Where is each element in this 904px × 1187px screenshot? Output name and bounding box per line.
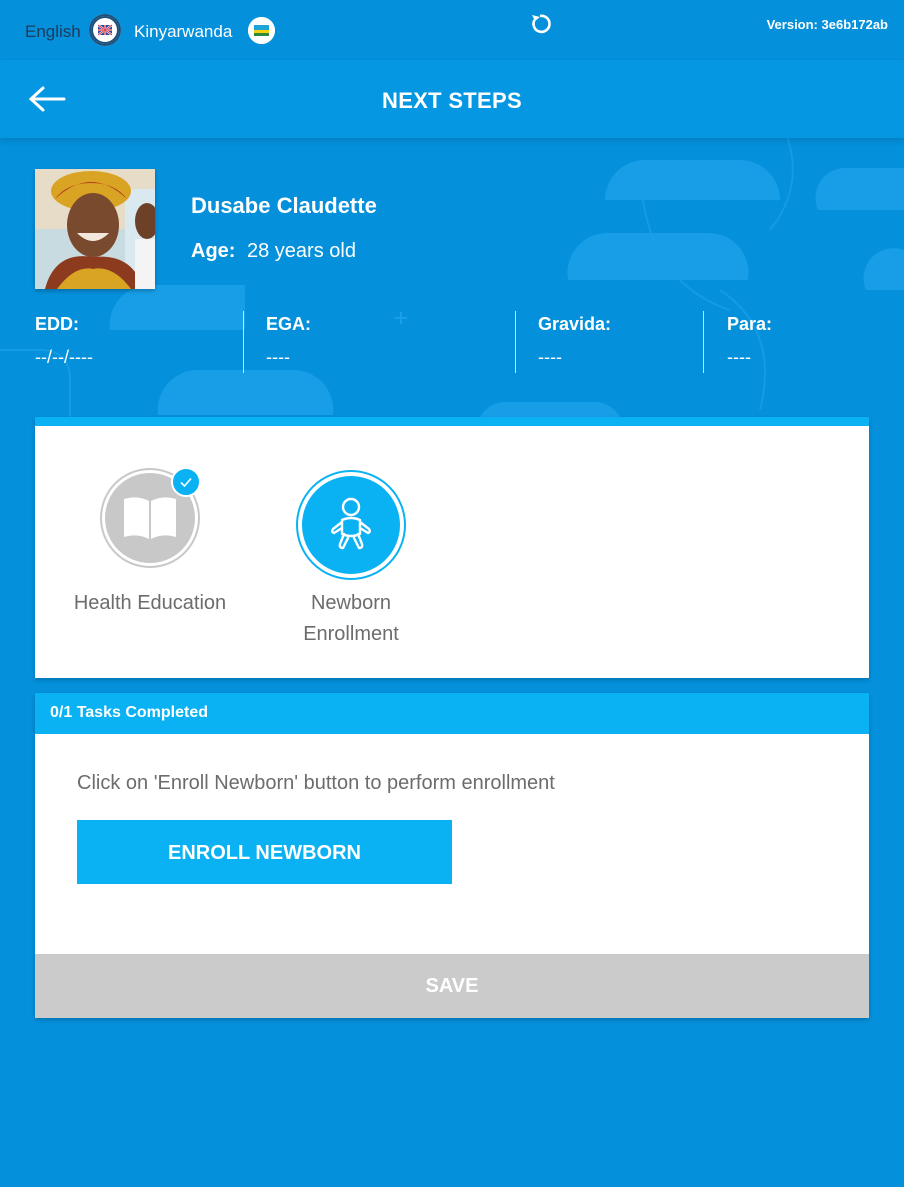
tasks-card: Health Education Newborn Enrollment — [35, 417, 869, 678]
task-label-line: Newborn — [310, 592, 392, 614]
stat-edd: EDD: --/--/---- — [35, 314, 93, 368]
progress-header: 0/1 Tasks Completed — [35, 693, 869, 734]
page-title: NEXT STEPS — [382, 88, 522, 113]
page-header: NEXT STEPS — [0, 60, 904, 138]
stat-value: ---- — [727, 347, 751, 367]
age-value: 28 years old — [247, 240, 356, 262]
uk-flag-icon[interactable] — [89, 14, 121, 46]
language-english[interactable]: English — [25, 22, 81, 42]
rwanda-flag-icon[interactable] — [248, 17, 275, 44]
task-label: Health Education — [73, 592, 227, 614]
stat-value: ---- — [266, 347, 290, 367]
book-icon — [124, 497, 176, 539]
refresh-icon[interactable] — [528, 12, 552, 36]
stat-label: EDD: — [35, 314, 79, 334]
instruction-text: Click on 'Enroll Newborn' button to perf… — [77, 772, 555, 794]
task-label-line: Enrollment — [303, 623, 399, 645]
patient-photo — [35, 169, 155, 289]
version-label: Version: 3e6b172ab — [766, 17, 888, 32]
patient-name: Dusabe Claudette — [191, 193, 377, 218]
stat-label: Gravida: — [538, 314, 612, 334]
save-button[interactable]: SAVE — [35, 954, 869, 1018]
top-bar: English Kinyarwanda Version: 3e6b172ab — [0, 0, 904, 60]
divider — [703, 311, 704, 373]
task-newborn-enrollment[interactable] — [296, 470, 406, 580]
stat-label: EGA: — [266, 314, 311, 334]
task-label: Newborn Enrollment — [251, 588, 451, 650]
stat-ega: EGA: ---- — [266, 314, 311, 368]
stat-value: --/--/---- — [35, 347, 93, 367]
task-detail-card: 0/1 Tasks Completed Click on 'Enroll New… — [35, 693, 869, 1018]
stat-value: ---- — [538, 347, 562, 367]
baby-icon — [331, 497, 371, 550]
tasks-completed-text: 0/1 Tasks Completed — [50, 704, 208, 721]
stat-para: Para: ---- — [727, 314, 772, 368]
divider — [243, 311, 244, 373]
enroll-newborn-button[interactable]: ENROLL NEWBORN — [77, 820, 452, 884]
check-icon — [171, 467, 201, 497]
stat-label: Para: — [727, 314, 773, 334]
stat-gravida: Gravida: ---- — [538, 314, 611, 368]
divider — [515, 311, 516, 373]
language-kinyarwanda[interactable]: Kinyarwanda — [134, 22, 232, 42]
age-label: Age: — [191, 240, 236, 262]
